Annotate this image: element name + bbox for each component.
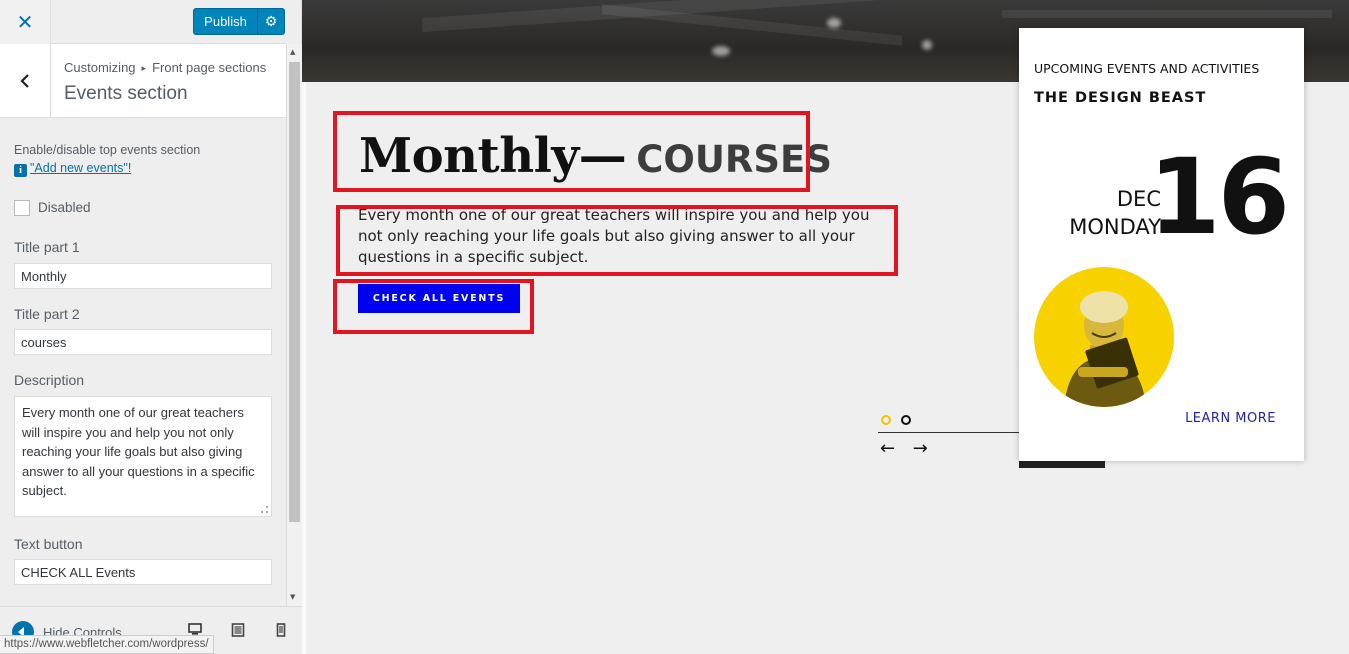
customizer-sidebar: ✕ Publish ⚙ Customizing ▸ Front page secti… <box>0 0 302 654</box>
gear-icon: ⚙ <box>264 13 278 30</box>
event-teacher-photo <box>1034 267 1174 407</box>
toggle-description: Enable/disable top events section <box>14 143 201 157</box>
title-part1-input[interactable]: Monthly <box>14 263 272 289</box>
add-new-events-link[interactable]: "Add new events"! <box>30 161 131 175</box>
slider-dot[interactable] <box>901 415 911 425</box>
description-textarea-value: Every month one of our great teachers wi… <box>22 405 255 498</box>
slider-arrows[interactable]: ← → <box>880 438 934 459</box>
annotation-box-title <box>333 111 810 192</box>
slider-dot-active[interactable] <box>881 415 891 425</box>
event-name: THE DESIGN BEAST <box>1034 90 1207 106</box>
slider-pagination <box>881 415 911 425</box>
add-events-hint: i "Add new events"! <box>14 161 131 177</box>
event-card: UPCOMING EVENTS AND ACTIVITIES THE DESIG… <box>1019 28 1304 461</box>
breadcrumb-parent: Front page sections <box>152 60 267 75</box>
annotation-box-button <box>333 279 534 334</box>
title-part1-label: Title part 1 <box>14 239 80 255</box>
annotation-box-description <box>336 205 898 276</box>
scrollbar-thumb[interactable] <box>289 62 300 522</box>
section-header: Customizing ▸ Front page sections Events s… <box>0 44 286 118</box>
title-part2-label: Title part 2 <box>14 306 80 322</box>
site-preview: Monthly— courses Every month one of our g… <box>302 0 1349 654</box>
breadcrumb: Customizing ▸ Front page sections <box>64 60 266 75</box>
scroll-up-icon[interactable]: ▲ <box>290 48 295 56</box>
event-day: 16 <box>1148 136 1290 258</box>
breadcrumb-separator: ▸ <box>141 63 147 73</box>
description-label: Description <box>14 372 85 388</box>
sidebar-scrollbar[interactable]: ▲ ▼ <box>286 44 302 606</box>
publish-settings-button[interactable]: ⚙ <box>257 8 285 35</box>
card-heading: UPCOMING EVENTS AND ACTIVITIES <box>1034 61 1260 76</box>
publish-button[interactable]: Publish <box>193 8 257 35</box>
mobile-icon[interactable] <box>274 623 288 637</box>
disabled-label: Disabled <box>38 200 91 215</box>
teacher-portrait-image <box>1064 291 1146 407</box>
breadcrumb-root: Customizing <box>64 60 136 75</box>
event-weekday: MONDAY <box>1069 215 1161 239</box>
tablet-icon[interactable] <box>231 623 245 637</box>
close-icon: ✕ <box>16 10 34 34</box>
section-controls: Enable/disable top events section i "Add … <box>0 118 286 606</box>
chevron-left-icon <box>20 74 29 88</box>
customizer-header: ✕ Publish ⚙ <box>0 0 286 44</box>
back-button[interactable] <box>0 44 51 118</box>
learn-more-link[interactable]: Learn more <box>1185 411 1276 426</box>
scroll-down-icon[interactable]: ▼ <box>290 593 295 601</box>
close-customizer-button[interactable]: ✕ <box>0 0 51 44</box>
section-title: Events section <box>64 83 188 104</box>
text-button-label: Text button <box>14 536 83 552</box>
info-icon: i <box>14 164 27 177</box>
preview-edge <box>302 82 306 654</box>
disabled-checkbox[interactable] <box>14 200 30 216</box>
resize-handle[interactable] <box>261 506 268 513</box>
title-part2-input[interactable]: courses <box>14 329 272 355</box>
description-textarea[interactable]: Every month one of our great teachers wi… <box>14 396 272 517</box>
text-button-input[interactable]: CHECK ALL Events <box>14 559 272 585</box>
status-bar-url: https://www.webfletcher.com/wordpress/ <box>0 635 214 654</box>
